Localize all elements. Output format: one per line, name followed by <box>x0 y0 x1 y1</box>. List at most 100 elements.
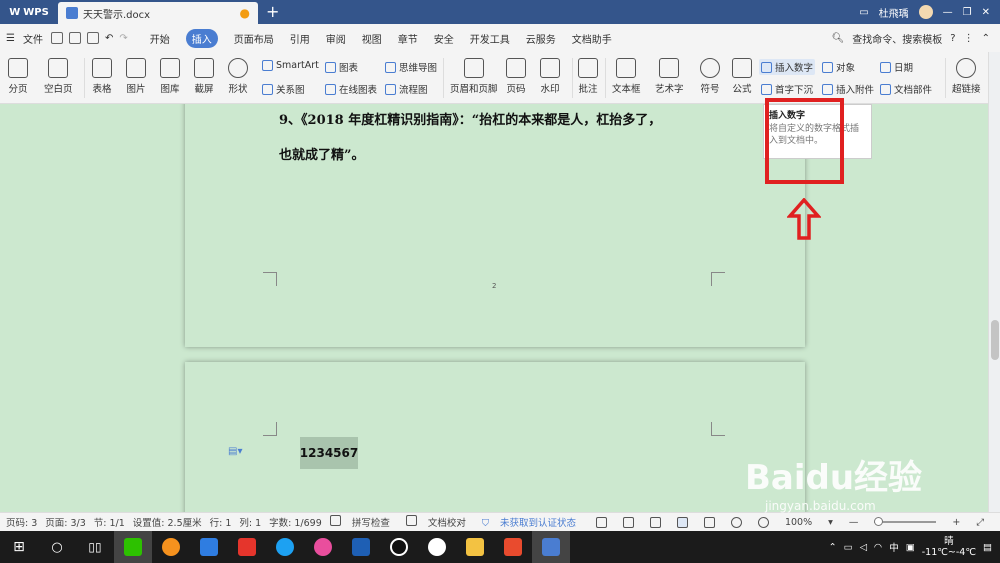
outline-view-icon[interactable] <box>703 516 715 528</box>
proofread-button[interactable]: 文档校对 <box>405 515 474 529</box>
symbol-button[interactable]: 符号 <box>700 58 720 95</box>
tab-developer[interactable]: 开发工具 <box>470 31 510 46</box>
tab-assistant[interactable]: 文档助手 <box>572 31 612 46</box>
mindmap-button[interactable]: 思维导图 <box>385 60 437 74</box>
print-icon[interactable] <box>68 32 81 44</box>
page-view-icon[interactable] <box>676 516 688 528</box>
zoom-dropdown-icon[interactable]: ▾ <box>828 517 833 528</box>
search-button[interactable]: ○ <box>38 531 76 563</box>
header-footer-button[interactable]: 页眉和页脚 <box>450 58 498 95</box>
insert-number-button[interactable]: 插入数字 <box>759 59 816 75</box>
tab-insert[interactable]: 插入 <box>185 28 218 48</box>
comment-button[interactable]: 批注 <box>578 58 598 95</box>
auth-status[interactable]: ⛉ 未获取到认证状态 <box>482 515 584 529</box>
shape-button[interactable]: 形状 <box>228 58 248 95</box>
watermark-button[interactable]: 水印 <box>540 58 560 95</box>
chart-button[interactable]: 图表 <box>325 60 358 74</box>
wechat-app[interactable] <box>114 531 152 563</box>
app-6[interactable] <box>304 531 342 563</box>
task-view-button[interactable]: ▯▯ <box>76 531 114 563</box>
zoom-slider[interactable] <box>874 517 937 526</box>
tab-reference[interactable]: 引用 <box>290 31 310 46</box>
maximize-button[interactable]: ❐ <box>963 7 972 18</box>
battery-icon[interactable]: ▭ <box>844 542 853 553</box>
pdf-app[interactable] <box>494 531 532 563</box>
ime-icon[interactable]: ▣ <box>906 542 915 553</box>
file-menu[interactable]: 文件 <box>23 31 43 46</box>
tab-layout[interactable]: 页面布局 <box>234 31 274 46</box>
inserted-number[interactable]: 1234567 <box>300 437 358 469</box>
textbox-button[interactable]: 文本框 <box>612 58 641 95</box>
date-button[interactable]: 日期 <box>880 60 913 74</box>
page-3[interactable] <box>185 362 805 512</box>
flowchart-button[interactable]: 流程图 <box>385 82 428 96</box>
read-mode-icon[interactable] <box>622 516 634 528</box>
paragraph-line-2[interactable]: 也就成了精”。 <box>279 144 364 163</box>
hyperlink-button[interactable]: 超链接 <box>952 58 981 95</box>
preview-icon[interactable] <box>86 32 99 44</box>
app-4[interactable] <box>228 531 266 563</box>
drop-cap-button[interactable]: 首字下沉 <box>761 82 813 96</box>
minimize-button[interactable]: — <box>943 7 953 18</box>
tab-review[interactable]: 审阅 <box>326 31 346 46</box>
pen-icon[interactable] <box>649 516 661 528</box>
eye-protect-icon[interactable] <box>757 516 769 528</box>
paragraph-handle-icon[interactable]: ▤▾ <box>228 446 242 457</box>
tab-cloud[interactable]: 云服务 <box>526 31 556 46</box>
help-icon[interactable]: ? <box>950 33 955 44</box>
picture-button[interactable]: 图片 <box>126 58 146 95</box>
notification-icon[interactable]: ▤ <box>983 542 992 553</box>
explorer-app[interactable] <box>456 531 494 563</box>
wordart-button[interactable]: 艺术字 <box>655 58 684 95</box>
table-button[interactable]: 表格 <box>92 58 112 95</box>
document-tab[interactable]: 天天警示.docx ● <box>58 2 258 24</box>
wifi-icon[interactable]: ◠ <box>874 542 882 553</box>
doc-parts-button[interactable]: 文档部件 <box>880 82 932 96</box>
page-break-button[interactable]: 分页 <box>8 58 28 95</box>
redo-icon[interactable]: ↷ <box>119 33 127 44</box>
command-search[interactable]: 查找命令、搜索模板 <box>852 31 942 46</box>
web-view-icon[interactable] <box>730 516 742 528</box>
wps-home-tab[interactable]: W WPS <box>0 0 58 24</box>
tab-start[interactable]: 开始 <box>150 31 170 46</box>
volume-icon[interactable]: ◁ <box>860 542 867 553</box>
page-number-button[interactable]: 页码 <box>506 58 526 95</box>
ime-indicator[interactable]: 中 <box>889 540 899 554</box>
formula-button[interactable]: 公式 <box>732 58 752 95</box>
user-name[interactable]: 杜飛瑀 <box>879 5 909 20</box>
app-7[interactable] <box>342 531 380 563</box>
blank-page-button[interactable]: 空白页 <box>44 58 73 95</box>
undo-icon[interactable]: ↶ <box>105 33 113 44</box>
smartart-button[interactable]: SmartArt <box>262 60 319 71</box>
paragraph-line-1[interactable]: 9、《2018 年度杠精识别指南》：“抬杠的本来都是人，杠抬多了， <box>279 109 661 128</box>
weather-widget[interactable]: 晴 -11℃~-4℃ <box>922 536 976 558</box>
fullscreen-icon[interactable] <box>595 516 607 528</box>
app-3[interactable] <box>190 531 228 563</box>
status-words[interactable]: 字数: 1/699 <box>269 515 322 529</box>
spell-check-button[interactable]: 拼写检查 <box>329 515 398 529</box>
attachment-button[interactable]: 插入附件 <box>822 82 874 96</box>
new-tab-button[interactable]: + <box>266 0 279 24</box>
start-button[interactable]: ⊞ <box>0 531 38 563</box>
close-button[interactable]: ✕ <box>982 7 990 18</box>
zoom-slider-thumb[interactable] <box>874 517 884 526</box>
scroll-thumb[interactable] <box>991 320 999 360</box>
tab-chapter[interactable]: 章节 <box>398 31 418 46</box>
status-pages[interactable]: 页面: 3/3 <box>45 515 86 529</box>
online-chart-button[interactable]: 在线图表 <box>325 82 377 96</box>
zoom-out-button[interactable]: — <box>849 517 859 528</box>
app-2[interactable] <box>152 531 190 563</box>
more-icon[interactable]: ⋮ <box>964 33 974 44</box>
window-mode-icon[interactable]: ▭ <box>859 7 868 18</box>
collapse-icon[interactable]: ⌃ <box>982 33 990 44</box>
avatar[interactable] <box>918 5 933 19</box>
gallery-button[interactable]: 图库 <box>160 58 180 95</box>
tab-security[interactable]: 安全 <box>434 31 454 46</box>
zoom-in-button[interactable]: + <box>952 517 960 528</box>
relation-chart-button[interactable]: 关系图 <box>262 82 305 96</box>
ie-app[interactable] <box>266 531 304 563</box>
menu-icon[interactable]: ☰ <box>6 33 15 44</box>
vertical-scrollbar[interactable] <box>988 52 1000 512</box>
zoom-level[interactable]: 100% <box>785 517 812 528</box>
qq-app[interactable] <box>380 531 418 563</box>
